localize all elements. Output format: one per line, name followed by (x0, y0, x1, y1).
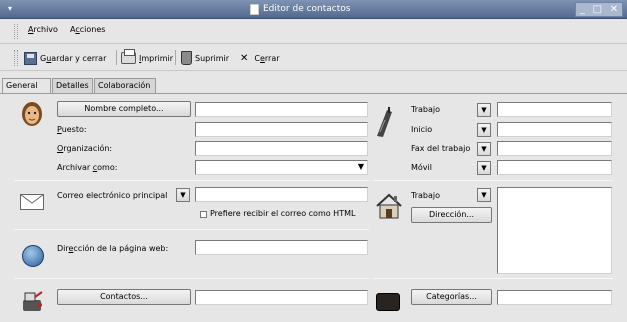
archivar-como-label: Archivar como: (57, 163, 118, 172)
minimize-button[interactable]: _ (580, 4, 585, 15)
globe-icon (22, 245, 44, 267)
section-divider (14, 229, 369, 230)
section-divider (373, 180, 613, 181)
save-and-close-button[interactable]: Guardar y cerrar (24, 50, 106, 66)
printer-icon (121, 49, 136, 64)
phone-label-trabajo: Trabajo (411, 105, 440, 114)
phone-type-dropdown[interactable]: ▼ (477, 161, 491, 175)
delete-button[interactable]: Suprimir (181, 50, 229, 66)
full-name-field[interactable] (195, 102, 368, 117)
toolbar: Guardar y cerrar Imprimir Suprimir ✕ Cer… (0, 45, 627, 71)
toolbar-separator (116, 50, 117, 65)
section-divider (14, 278, 369, 279)
categories-field[interactable] (497, 290, 612, 305)
phone-type-dropdown[interactable]: ▼ (477, 123, 491, 137)
contacts-button[interactable]: Contactos... (57, 289, 191, 305)
title-bar[interactable]: ▾ Editor de contactos _ □ ✕ (0, 0, 627, 19)
section-divider (14, 180, 369, 181)
close-icon: ✕ (240, 52, 249, 64)
tab-detalles[interactable]: Detalles (52, 78, 93, 93)
phone-label-inicio: Inicio (411, 125, 433, 134)
print-button[interactable]: Imprimir (121, 49, 173, 66)
phone-field-trabajo[interactable] (497, 102, 612, 117)
categories-button[interactable]: Categorías... (411, 289, 492, 305)
address-button[interactable]: Dirección... (411, 207, 492, 223)
house-icon (376, 193, 402, 219)
window-title-text: Editor de contactos (263, 4, 351, 14)
window-title: Editor de contactos (250, 3, 350, 16)
briefcase-icon (376, 293, 400, 311)
phone-icon (377, 107, 392, 137)
tab-colaboracion[interactable]: Colaboración (94, 78, 156, 93)
maximize-button[interactable]: □ (593, 4, 602, 15)
save-icon (24, 51, 37, 65)
phone-label-movil: Móvil (411, 163, 432, 172)
contacts-field[interactable] (195, 290, 368, 305)
web-address-label: Dirección de la página web: (57, 244, 169, 253)
address-type-dropdown[interactable]: ▼ (477, 188, 491, 202)
menubar: Archivo Acciones (0, 20, 627, 44)
html-preference-checkbox[interactable] (200, 211, 207, 218)
phone-field-movil[interactable] (497, 160, 612, 175)
full-name-button[interactable]: Nombre completo... (57, 101, 191, 117)
phone-type-dropdown[interactable]: ▼ (477, 142, 491, 156)
trash-icon (181, 51, 192, 65)
person-icon (22, 102, 42, 126)
organizacion-label: Organización: (57, 144, 113, 153)
web-address-field[interactable] (195, 240, 368, 255)
toolbar-grip[interactable] (14, 50, 18, 66)
section-divider (373, 278, 613, 279)
archivar-como-combo[interactable]: ▼ (195, 160, 368, 175)
mail-icon (20, 194, 44, 210)
chevron-down-icon[interactable]: ▼ (358, 162, 364, 171)
close-button[interactable]: ✕ Cerrar (240, 50, 280, 66)
tab-general[interactable]: General (2, 78, 51, 94)
phone-type-dropdown[interactable]: ▼ (477, 103, 491, 117)
phone-label-fax: Fax del trabajo (411, 144, 471, 153)
close-window-button[interactable]: ✕ (610, 4, 618, 15)
email-field[interactable] (195, 187, 368, 202)
phone-field-fax[interactable] (497, 141, 612, 156)
window-menu-button[interactable]: ▾ (3, 3, 17, 15)
address-textarea[interactable] (497, 187, 612, 274)
address-type-label: Trabajo (411, 191, 440, 200)
window-controls: _ □ ✕ (575, 2, 623, 17)
organizacion-field[interactable] (195, 141, 368, 156)
email-label: Correo electrónico principal (57, 191, 168, 200)
puesto-field[interactable] (195, 122, 368, 137)
toolbar-separator (175, 50, 176, 65)
menu-acciones[interactable]: Acciones (70, 25, 105, 34)
menu-archivo[interactable]: Archivo (28, 25, 58, 34)
email-type-dropdown[interactable]: ▼ (176, 188, 190, 202)
html-preference-label: Prefiere recibir el correo como HTML (210, 209, 356, 218)
puesto-label: Puesto: (57, 125, 87, 134)
phone-field-inicio[interactable] (497, 122, 612, 137)
document-icon (250, 4, 259, 15)
menubar-grip[interactable] (14, 24, 18, 39)
contacts-icon (23, 291, 43, 311)
